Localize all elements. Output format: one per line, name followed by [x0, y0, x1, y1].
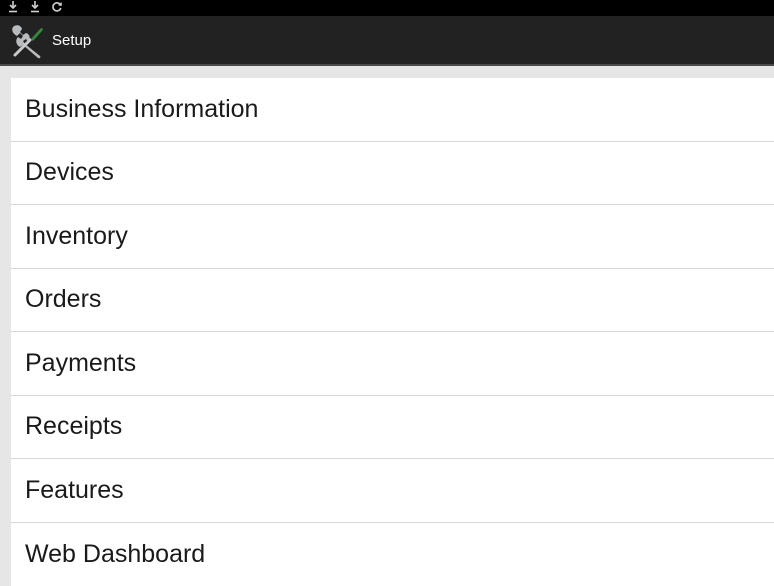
- action-bar: Setup: [0, 16, 774, 66]
- settings-item-label: Orders: [25, 285, 102, 314]
- settings-item-devices[interactable]: Devices: [11, 142, 774, 205]
- settings-item-label: Web Dashboard: [25, 539, 206, 568]
- status-bar: [0, 0, 774, 16]
- settings-item-label: Business Information: [25, 94, 259, 123]
- settings-item-business-information[interactable]: Business Information: [11, 78, 774, 142]
- app-title: Setup: [52, 31, 92, 49]
- sync-icon: [52, 2, 62, 12]
- settings-item-label: Devices: [25, 158, 114, 187]
- settings-item-features[interactable]: Features: [11, 459, 774, 523]
- settings-item-inventory[interactable]: Inventory: [11, 205, 774, 269]
- settings-item-payments[interactable]: Payments: [11, 332, 774, 396]
- settings-item-label: Payments: [25, 348, 137, 377]
- settings-item-label: Features: [25, 475, 124, 504]
- settings-item-receipts[interactable]: Receipts: [11, 396, 774, 459]
- settings-item-orders[interactable]: Orders: [11, 269, 774, 332]
- settings-item-label: Inventory: [25, 221, 128, 250]
- download-icon: [9, 1, 17, 13]
- wrench-screwdriver-icon[interactable]: [7, 20, 47, 60]
- download-icon: [31, 1, 39, 13]
- settings-list: Business Information Devices Inventory O…: [11, 78, 774, 586]
- settings-item-web-dashboard[interactable]: Web Dashboard: [11, 523, 774, 586]
- settings-item-label: Receipts: [25, 412, 123, 441]
